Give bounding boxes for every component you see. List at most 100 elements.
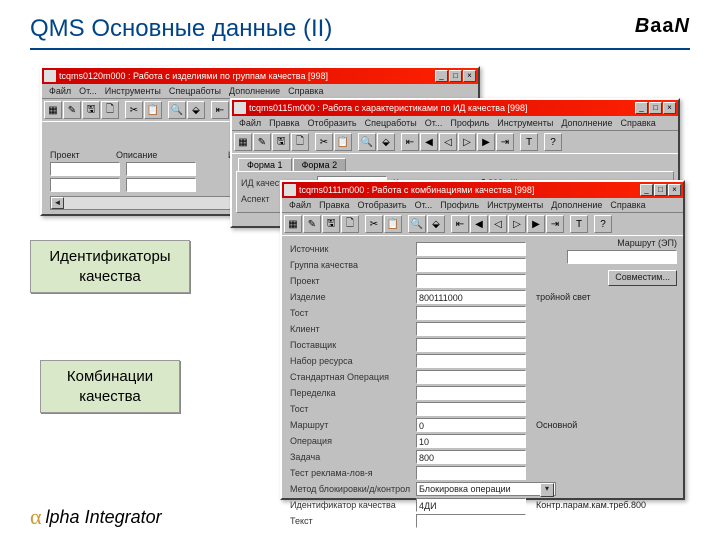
toolbar-button[interactable]: ⬙ [427, 215, 445, 233]
toolbar-button[interactable]: ✂ [315, 133, 333, 151]
toolbar-button[interactable]: ? [594, 215, 612, 233]
toolbar-button[interactable]: ▶ [477, 133, 495, 151]
menu-item[interactable]: Профиль [447, 118, 492, 128]
field-input[interactable] [416, 306, 526, 320]
field-input[interactable] [416, 242, 526, 256]
close-button[interactable]: × [663, 102, 676, 114]
maximize-button[interactable]: □ [654, 184, 667, 196]
toolbar-button[interactable]: 🔍 [168, 101, 186, 119]
compatible-button[interactable]: Совместим... [608, 270, 677, 286]
toolbar-button[interactable]: ◁ [489, 215, 507, 233]
toolbar-button[interactable]: ⇥ [496, 133, 514, 151]
tab-form1[interactable]: Форма 1 [238, 158, 292, 171]
toolbar-button[interactable]: ⇤ [401, 133, 419, 151]
menu-item[interactable]: От... [422, 118, 446, 128]
menu-item[interactable]: Дополнение [226, 86, 283, 96]
toolbar-button[interactable]: ▦ [44, 101, 62, 119]
toolbar-button[interactable]: 📋 [144, 101, 162, 119]
field-input[interactable] [416, 354, 526, 368]
field-input[interactable] [416, 274, 526, 288]
toolbar-button[interactable]: ▦ [284, 215, 302, 233]
toolbar-button[interactable]: 🔍 [408, 215, 426, 233]
menu-item[interactable]: От... [76, 86, 100, 96]
cell-desc[interactable] [126, 178, 196, 192]
menu-item[interactable]: Правка [316, 200, 352, 210]
cell-project[interactable] [50, 178, 120, 192]
toolbar-button[interactable]: ✎ [303, 215, 321, 233]
toolbar-button[interactable]: 🖫 [322, 215, 340, 233]
field-input[interactable]: 0 [416, 418, 526, 432]
toolbar-button[interactable]: 🗋 [101, 101, 119, 119]
titlebar[interactable]: tcqms0120m000 : Работа с изделиями по гр… [42, 68, 478, 84]
menu-item[interactable]: Профиль [437, 200, 482, 210]
titlebar[interactable]: tcqms0111m000 : Работа с комбинациями ка… [282, 182, 683, 198]
minimize-button[interactable]: _ [635, 102, 648, 114]
menu-item[interactable]: Инструменты [494, 118, 556, 128]
cell-project[interactable] [50, 162, 120, 176]
field-input[interactable]: 800 [416, 450, 526, 464]
toolbar-button[interactable]: ⬙ [187, 101, 205, 119]
menu-item[interactable]: Справка [617, 118, 658, 128]
toolbar-button[interactable]: 🖫 [82, 101, 100, 119]
field-input[interactable] [416, 258, 526, 272]
menu-item[interactable]: Правка [266, 118, 302, 128]
toolbar-button[interactable]: ✎ [63, 101, 81, 119]
toolbar-button[interactable]: 🗋 [341, 215, 359, 233]
toolbar-button[interactable]: T [520, 133, 538, 151]
toolbar-button[interactable]: 📋 [334, 133, 352, 151]
close-button[interactable]: × [668, 184, 681, 196]
tab-form2[interactable]: Форма 2 [293, 158, 347, 171]
menu-item[interactable]: Справка [285, 86, 326, 96]
toolbar-button[interactable]: ▷ [508, 215, 526, 233]
toolbar-button[interactable]: ◁ [439, 133, 457, 151]
dropdown[interactable]: Блокировка операции [416, 482, 556, 496]
scroll-left-icon[interactable]: ◄ [51, 197, 64, 209]
toolbar-button[interactable]: ▦ [234, 133, 252, 151]
toolbar-button[interactable]: ⇥ [546, 215, 564, 233]
toolbar-button[interactable]: 🗋 [291, 133, 309, 151]
toolbar-button[interactable]: ◀ [470, 215, 488, 233]
menu-item[interactable]: Файл [286, 200, 314, 210]
toolbar-button[interactable]: ⇤ [451, 215, 469, 233]
toolbar-button[interactable]: ✎ [253, 133, 271, 151]
menu-item[interactable]: Инструменты [484, 200, 546, 210]
field-input[interactable] [416, 338, 526, 352]
field-input[interactable]: 10 [416, 434, 526, 448]
toolbar-button[interactable]: ✂ [125, 101, 143, 119]
toolbar-button[interactable]: ▶ [527, 215, 545, 233]
menu-item[interactable]: Спецработы [166, 86, 224, 96]
field-input[interactable] [416, 402, 526, 416]
toolbar-button[interactable]: T [570, 215, 588, 233]
field-input[interactable] [416, 322, 526, 336]
field-input[interactable] [416, 370, 526, 384]
toolbar-button[interactable]: ▷ [458, 133, 476, 151]
close-button[interactable]: × [463, 70, 476, 82]
maximize-button[interactable]: □ [449, 70, 462, 82]
field-input[interactable]: 800111000 [416, 290, 526, 304]
titlebar[interactable]: tcqms0115m000 : Работа с характеристикам… [232, 100, 678, 116]
menu-item[interactable]: Дополнение [558, 118, 615, 128]
toolbar-button[interactable]: ✂ [365, 215, 383, 233]
toolbar-button[interactable]: 📋 [384, 215, 402, 233]
toolbar-button[interactable]: ⇤ [211, 101, 229, 119]
toolbar-button[interactable]: 🖫 [272, 133, 290, 151]
field-input[interactable] [416, 386, 526, 400]
menu-item[interactable]: Отобразить [355, 200, 410, 210]
toolbar-button[interactable]: ? [544, 133, 562, 151]
field-input[interactable] [416, 466, 526, 480]
minimize-button[interactable]: _ [640, 184, 653, 196]
cell-desc[interactable] [126, 162, 196, 176]
field-input[interactable]: 4ДИ [416, 498, 526, 512]
menu-item[interactable]: Справка [607, 200, 648, 210]
toolbar-button[interactable]: 🔍 [358, 133, 376, 151]
field-route-col[interactable] [567, 250, 677, 264]
menu-item[interactable]: Файл [236, 118, 264, 128]
toolbar-button[interactable]: ◀ [420, 133, 438, 151]
menu-item[interactable]: Спецработы [362, 118, 420, 128]
toolbar-button[interactable]: ⬙ [377, 133, 395, 151]
menu-item[interactable]: Дополнение [548, 200, 605, 210]
field-input[interactable] [416, 514, 526, 528]
menu-item[interactable]: Инструменты [102, 86, 164, 96]
menu-item[interactable]: Отобразить [305, 118, 360, 128]
menu-item[interactable]: От... [412, 200, 436, 210]
